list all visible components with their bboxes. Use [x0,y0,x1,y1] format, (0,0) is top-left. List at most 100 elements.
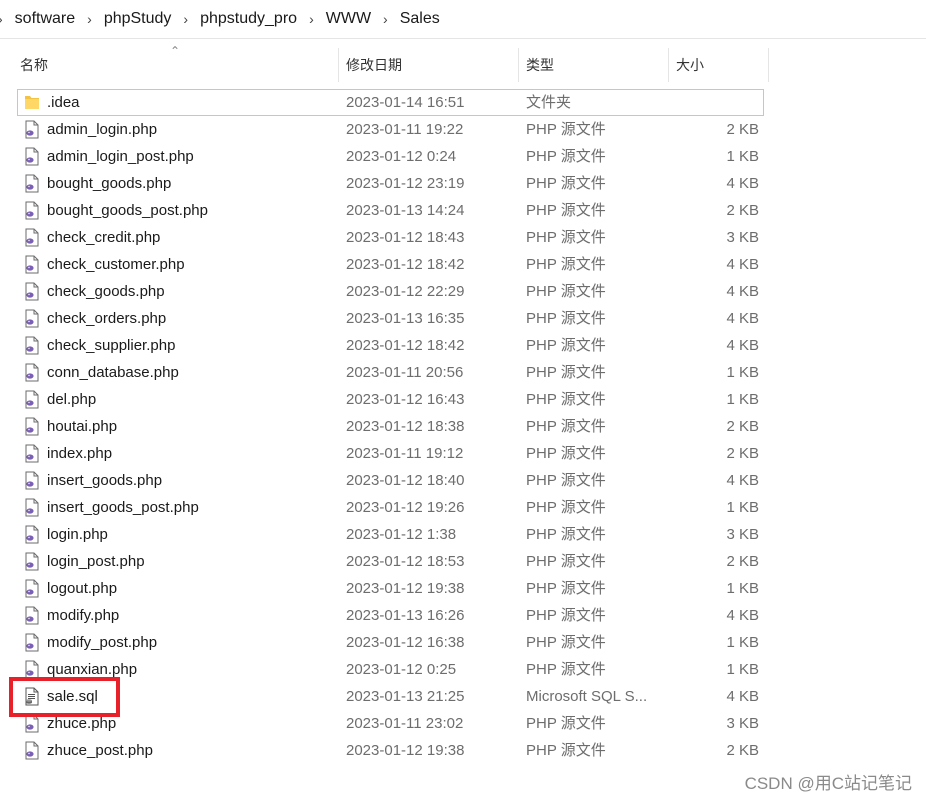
file-size: 2 KB [726,121,759,138]
file-row[interactable]: check_orders.php 2023-01-13 16:35 PHP 源文件 4… [0,305,770,332]
file-type: PHP 源文件 [526,175,606,192]
file-name: houtai.php [47,418,118,435]
file-date: 2023-01-12 18:42 [346,337,465,354]
breadcrumb-item[interactable]: WWW [318,10,379,28]
column-header: 名称 ⌃ 修改日期 类型 大小 [0,44,770,82]
file-date: 2023-01-12 22:29 [346,283,465,300]
file-name: modify_post.php [47,634,158,651]
file-row[interactable]: index.php 2023-01-11 19:12 PHP 源文件 2 KB [0,440,770,467]
php-file-icon [24,255,40,274]
file-row[interactable]: check_supplier.php 2023-01-12 18:42 PHP 源文… [0,332,770,359]
file-row[interactable]: .idea 2023-01-14 16:51 文件夹 [0,89,770,116]
file-name: check_goods.php [47,283,165,300]
file-row[interactable]: houtai.php 2023-01-12 18:38 PHP 源文件 2 KB [0,413,770,440]
file-row[interactable]: conn_database.php 2023-01-11 20:56 PHP 源文件… [0,359,770,386]
column-divider[interactable] [518,48,519,82]
breadcrumb-item[interactable]: phpStudy [96,10,180,28]
file-size: 2 KB [726,742,759,759]
breadcrumb-item[interactable]: phpstudy_pro [192,10,305,28]
file-row[interactable]: bought_goods.php 2023-01-12 23:19 PHP 源文件 4… [0,170,770,197]
file-date: 2023-01-12 16:43 [346,391,465,408]
file-row[interactable]: bought_goods_post.php 2023-01-13 14:24 PHP… [0,197,770,224]
file-type: PHP 源文件 [526,283,606,300]
file-name: bought_goods.php [47,175,172,192]
chevron-right-icon[interactable]: › [179,11,192,27]
file-row[interactable]: check_customer.php 2023-01-12 18:42 PHP 源文… [0,251,770,278]
column-size[interactable]: 大小 [676,48,704,82]
file-date: 2023-01-12 0:25 [346,661,457,678]
annotation-highlight-box [9,677,120,717]
file-name: check_customer.php [47,256,185,273]
file-row[interactable]: logout.php 2023-01-12 19:38 PHP 源文件 1 KB [0,575,770,602]
file-row[interactable]: modify.php 2023-01-13 16:26 PHP 源文件 4 KB [0,602,770,629]
file-date: 2023-01-12 18:40 [346,472,465,489]
breadcrumb-item[interactable]: Sales [392,10,448,28]
file-name: del.php [47,391,97,408]
php-file-icon [24,147,40,166]
file-type: PHP 源文件 [526,607,606,624]
file-date: 2023-01-11 19:12 [346,445,464,462]
file-date: 2023-01-11 23:02 [346,715,464,732]
column-name[interactable]: 名称 [20,48,48,82]
file-name: index.php [47,445,113,462]
file-date: 2023-01-14 16:51 [346,94,465,111]
file-type: PHP 源文件 [526,445,606,462]
column-divider[interactable] [668,48,669,82]
file-row[interactable]: check_goods.php 2023-01-12 22:29 PHP 源文件 4 … [0,278,770,305]
file-size: 3 KB [726,715,759,732]
php-file-icon [24,498,40,517]
column-type[interactable]: 类型 [526,48,554,82]
column-divider[interactable] [338,48,339,82]
file-date: 2023-01-11 20:56 [346,364,464,381]
file-row[interactable]: login_post.php 2023-01-12 18:53 PHP 源文件 2 K… [0,548,770,575]
php-file-icon [24,201,40,220]
file-type: 文件夹 [526,94,572,111]
file-type: PHP 源文件 [526,499,606,516]
file-name: zhuce_post.php [47,742,153,759]
file-row[interactable]: admin_login_post.php 2023-01-12 0:24 PHP 源… [0,143,770,170]
file-type: PHP 源文件 [526,472,606,489]
file-size: 4 KB [726,310,759,327]
chevron-right-icon[interactable]: › [305,11,318,27]
file-size: 1 KB [726,634,759,651]
file-size: 1 KB [726,499,759,516]
file-name: login.php [47,526,108,543]
file-name: conn_database.php [47,364,179,381]
file-date: 2023-01-12 1:38 [346,526,457,543]
php-file-icon [24,579,40,598]
file-date: 2023-01-12 23:19 [346,175,465,192]
file-row[interactable]: zhuce_post.php 2023-01-12 19:38 PHP 源文件 2 K… [0,737,770,764]
php-file-icon [24,417,40,436]
php-file-icon [24,363,40,382]
file-name: login_post.php [47,553,145,570]
file-name: check_credit.php [47,229,161,246]
chevron-right-icon[interactable]: › [83,11,96,27]
file-type: PHP 源文件 [526,202,606,219]
chevron-right-icon[interactable]: › [379,11,392,27]
file-size: 4 KB [726,337,759,354]
address-bar[interactable]: ›software›phpStudy›phpstudy_pro›WWW›Sale… [0,0,926,39]
file-name: admin_login.php [47,121,158,138]
file-row[interactable]: del.php 2023-01-12 16:43 PHP 源文件 1 KB [0,386,770,413]
file-row[interactable]: check_credit.php 2023-01-12 18:43 PHP 源文件 3… [0,224,770,251]
file-type: PHP 源文件 [526,553,606,570]
file-size: 4 KB [726,607,759,624]
file-row[interactable]: insert_goods_post.php 2023-01-12 19:26 PHP… [0,494,770,521]
file-date: 2023-01-12 18:53 [346,553,465,570]
column-divider[interactable] [768,48,769,82]
file-size: 3 KB [726,526,759,543]
chevron-right-icon[interactable]: › [0,11,7,27]
php-file-icon [24,120,40,139]
file-name: insert_goods.php [47,472,163,489]
breadcrumb-item[interactable]: software [7,10,83,28]
file-type: PHP 源文件 [526,148,606,165]
file-row[interactable]: insert_goods.php 2023-01-12 18:40 PHP 源文件 4… [0,467,770,494]
file-type: PHP 源文件 [526,742,606,759]
file-date: 2023-01-13 14:24 [346,202,465,219]
file-row[interactable]: admin_login.php 2023-01-11 19:22 PHP 源文件 2 … [0,116,770,143]
php-file-icon [24,336,40,355]
file-name: modify.php [47,607,120,624]
column-date[interactable]: 修改日期 [346,48,402,82]
file-row[interactable]: login.php 2023-01-12 1:38 PHP 源文件 3 KB [0,521,770,548]
file-row[interactable]: modify_post.php 2023-01-12 16:38 PHP 源文件 1 … [0,629,770,656]
